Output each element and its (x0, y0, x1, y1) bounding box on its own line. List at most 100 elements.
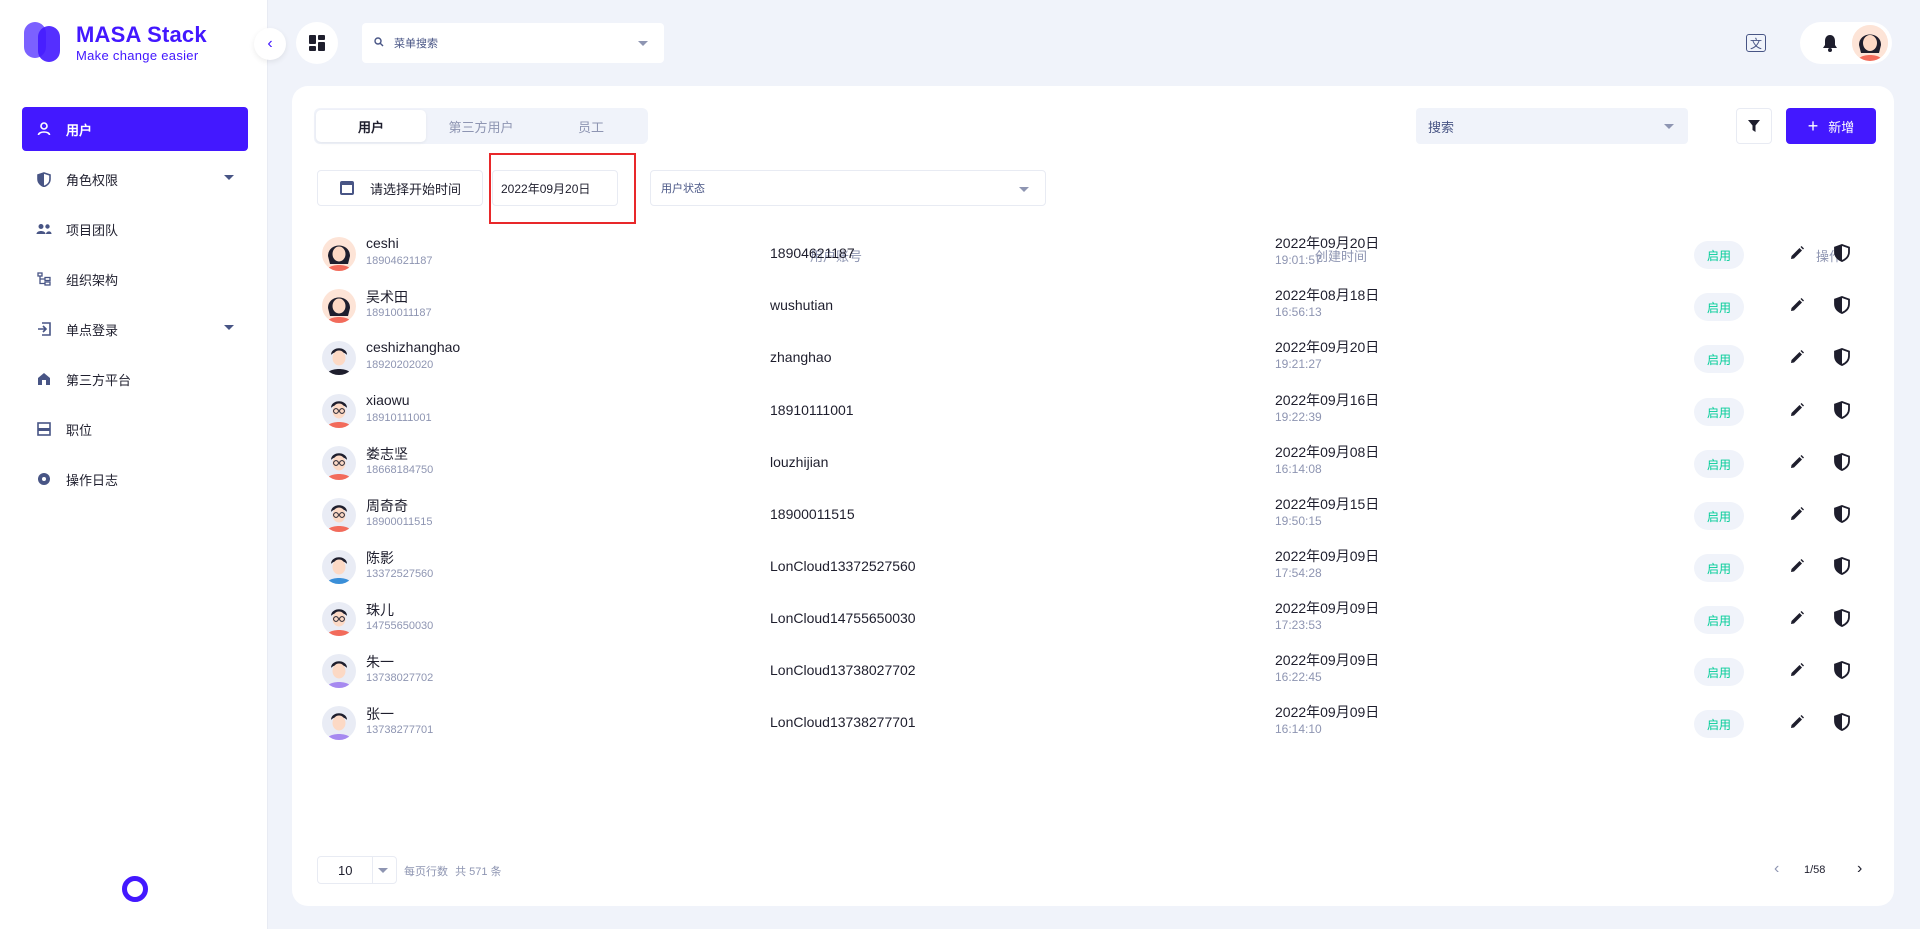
edit-icon[interactable] (1789, 662, 1805, 678)
created-date: 2022年09月16日 (1275, 392, 1380, 408)
sidebar-item-label: 单点登录 (66, 322, 119, 338)
filter-button[interactable] (1736, 108, 1772, 144)
previous-page-button[interactable]: ‹ (1774, 860, 1779, 878)
status-badge: 启用 (1694, 398, 1744, 426)
user-account: louzhijian (770, 454, 829, 470)
sidebar: MASA Stack Make change easier 用户 角色权限 项目… (0, 0, 268, 929)
add-button-label: 新增 (1828, 119, 1855, 135)
created-date: 2022年09月09日 (1275, 652, 1380, 668)
permission-shield-icon[interactable] (1834, 505, 1850, 523)
user-name: 珠儿 (366, 602, 394, 618)
avatar (322, 550, 356, 584)
add-user-button[interactable]: + 新增 (1786, 108, 1876, 144)
permission-shield-icon[interactable] (1834, 713, 1850, 731)
permission-shield-icon[interactable] (1834, 453, 1850, 471)
created-date: 2022年09月09日 (1275, 704, 1380, 720)
edit-icon[interactable] (1789, 714, 1805, 730)
tab-employees[interactable]: 员工 (536, 110, 646, 142)
next-page-button[interactable]: › (1857, 860, 1862, 878)
created-date: 2022年09月15日 (1275, 496, 1380, 512)
search-input[interactable]: 搜索 (1416, 108, 1688, 144)
edit-icon[interactable] (1789, 349, 1805, 365)
table-row[interactable]: 吴术田 18910011187 wushutian 2022年08月18日 16… (314, 281, 1874, 333)
start-date-placeholder: 请选择开始时间 (370, 181, 462, 197)
edit-icon[interactable] (1789, 245, 1805, 261)
permission-shield-icon[interactable] (1834, 609, 1850, 627)
sidebar-item-teams[interactable]: 项目团队 (22, 207, 248, 251)
table-row[interactable]: xiaowu 18910111001 18910111001 2022年09月1… (314, 386, 1874, 438)
sidebar-item-label: 第三方平台 (66, 372, 132, 388)
chevron-down-icon (1664, 124, 1674, 129)
sidebar-item-positions[interactable]: 职位 (22, 407, 248, 451)
edit-icon[interactable] (1789, 454, 1805, 470)
user-name: 张一 (366, 706, 394, 722)
user-account: 18900011515 (770, 506, 855, 522)
user-phone: 18910011187 (366, 307, 432, 319)
created-date: 2022年09月09日 (1275, 600, 1380, 616)
pagination-info: 每页行数 共 571 条 (404, 863, 502, 879)
sidebar-item-logs[interactable]: 操作日志 (22, 457, 248, 501)
status-badge: 启用 (1694, 554, 1744, 582)
position-icon (36, 421, 52, 437)
chevron-down-icon (1019, 187, 1029, 192)
edit-icon[interactable] (1789, 402, 1805, 418)
created-time: 19:22:39 (1275, 410, 1322, 424)
collapse-sidebar-button[interactable]: ‹ (254, 28, 286, 60)
user-phone: 18904621187 (366, 255, 433, 267)
table-row[interactable]: 珠儿 14755650030 LonCloud14755650030 2022年… (314, 594, 1874, 646)
sidebar-item-roles[interactable]: 角色权限 (22, 157, 248, 201)
permission-shield-icon[interactable] (1834, 557, 1850, 575)
edit-icon[interactable] (1789, 558, 1805, 574)
status-badge: 启用 (1694, 502, 1744, 530)
user-account: LonCloud13738027702 (770, 662, 916, 678)
table-row[interactable]: 周奇奇 18900011515 18900011515 2022年09月15日 … (314, 490, 1874, 542)
table-row[interactable]: 朱一 13738027702 LonCloud13738027702 2022年… (314, 646, 1874, 698)
sidebar-item-users[interactable]: 用户 (22, 107, 248, 151)
permission-shield-icon[interactable] (1834, 348, 1850, 366)
user-menu[interactable] (1800, 22, 1892, 64)
edit-icon[interactable] (1789, 610, 1805, 626)
user-name: ceshizhanghao (366, 339, 461, 355)
table-row[interactable]: ceshi 18904621187 18904621187 2022年09月20… (314, 229, 1874, 281)
user-account: 18904621187 (770, 245, 855, 261)
sidebar-item-third-party[interactable]: 第三方平台 (22, 357, 248, 401)
sidebar-item-sso[interactable]: 单点登录 (22, 307, 248, 351)
sidebar-item-org[interactable]: 组织架构 (22, 257, 248, 301)
status-badge: 启用 (1694, 710, 1744, 738)
sidebar-item-label: 项目团队 (66, 222, 119, 238)
total-label: 共 571 条 (455, 866, 502, 878)
chevron-right-icon: › (1857, 860, 1863, 877)
edit-icon[interactable] (1789, 506, 1805, 522)
permission-shield-icon[interactable] (1834, 661, 1850, 679)
permission-shield-icon[interactable] (1834, 244, 1850, 262)
created-time: 16:14:10 (1275, 722, 1322, 736)
user-phone: 13372527560 (366, 568, 434, 580)
tab-users[interactable]: 用户 (316, 110, 426, 142)
sidebar-item-label: 角色权限 (66, 172, 119, 188)
user-icon (36, 121, 52, 137)
user-phone: 13738027702 (366, 672, 434, 684)
start-date-picker[interactable]: 请选择开始时间 (317, 170, 483, 206)
user-account: LonCloud14755650030 (770, 610, 916, 626)
user-status-select[interactable]: 用户状态 (650, 170, 1046, 206)
user-name: xiaowu (366, 392, 410, 408)
bell-icon[interactable] (1822, 34, 1838, 57)
tab-third-party-users[interactable]: 第三方用户 (426, 110, 536, 142)
translate-icon[interactable]: 文 (1746, 34, 1766, 52)
page-size-select[interactable]: 10 (317, 856, 397, 884)
avatar[interactable] (1852, 25, 1888, 61)
apps-button[interactable] (296, 22, 338, 64)
table-row[interactable]: 娄志坚 18668184750 louzhijian 2022年09月08日 1… (314, 438, 1874, 490)
user-name: 陈影 (366, 550, 394, 566)
user-account: wushutian (770, 297, 834, 313)
user-phone: 14755650030 (366, 620, 434, 632)
permission-shield-icon[interactable] (1834, 296, 1850, 314)
table-row[interactable]: ceshizhanghao 18920202020 zhanghao 2022年… (314, 333, 1874, 385)
logo[interactable]: MASA Stack Make change easier (24, 20, 207, 64)
table-row[interactable]: 陈影 13372527560 LonCloud13372527560 2022年… (314, 542, 1874, 594)
edit-icon[interactable] (1789, 297, 1805, 313)
table-row[interactable]: 张一 13738277701 LonCloud13738277701 2022年… (314, 698, 1874, 750)
menu-search-input[interactable]: 菜单搜索 (362, 23, 664, 63)
sidebar-item-label: 操作日志 (66, 472, 119, 488)
permission-shield-icon[interactable] (1834, 401, 1850, 419)
